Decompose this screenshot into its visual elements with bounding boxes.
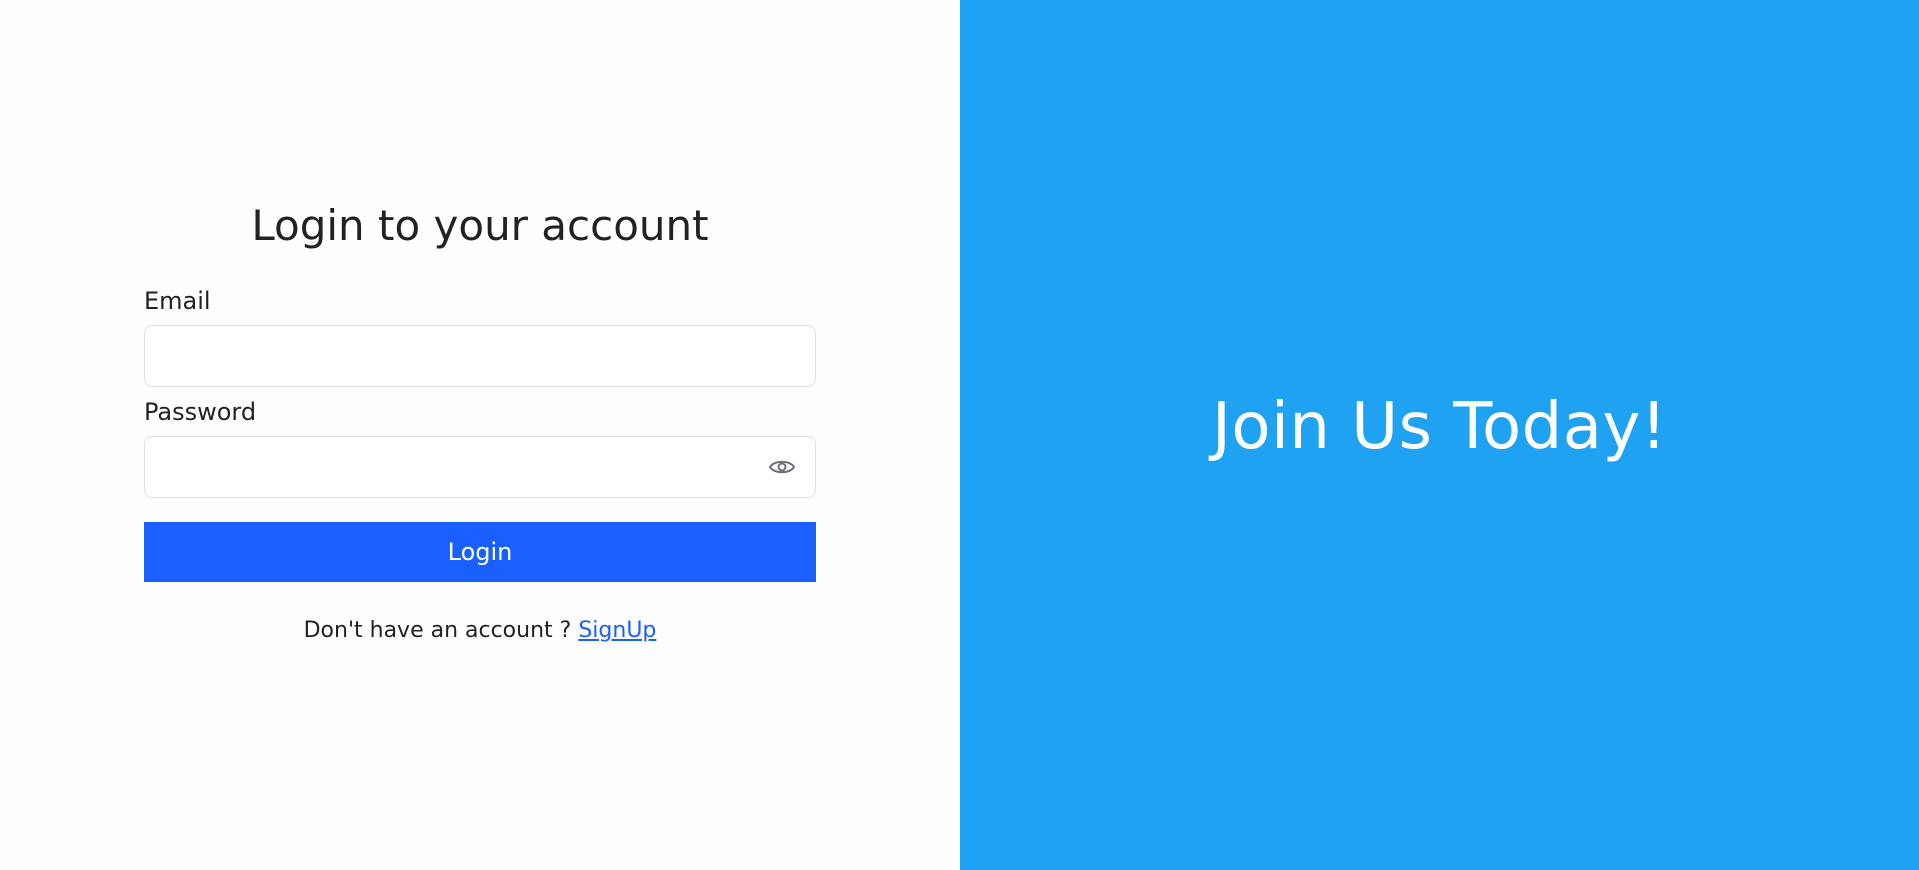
password-field[interactable]	[145, 437, 815, 497]
email-field[interactable]	[145, 326, 815, 386]
signup-prompt-text: Don't have an account ?	[303, 618, 572, 643]
hero-heading: Join Us Today!	[1212, 390, 1667, 464]
email-field-box	[144, 325, 816, 387]
hero-panel: Join Us Today!	[960, 0, 1919, 870]
page-title: Login to your account	[251, 201, 709, 250]
password-field-box	[144, 436, 816, 498]
password-label: Password	[144, 398, 257, 426]
login-button[interactable]: Login	[144, 522, 816, 582]
login-page: Login to your account Email Password Log…	[0, 0, 1919, 870]
eye-icon[interactable]	[767, 452, 797, 482]
email-label: Email	[144, 287, 211, 315]
login-form: Login to your account Email Password Log…	[144, 196, 816, 643]
signup-link[interactable]: SignUp	[578, 618, 656, 643]
signup-prompt-row: Don't have an account ? SignUp	[144, 618, 816, 643]
login-panel: Login to your account Email Password Log…	[0, 0, 960, 870]
